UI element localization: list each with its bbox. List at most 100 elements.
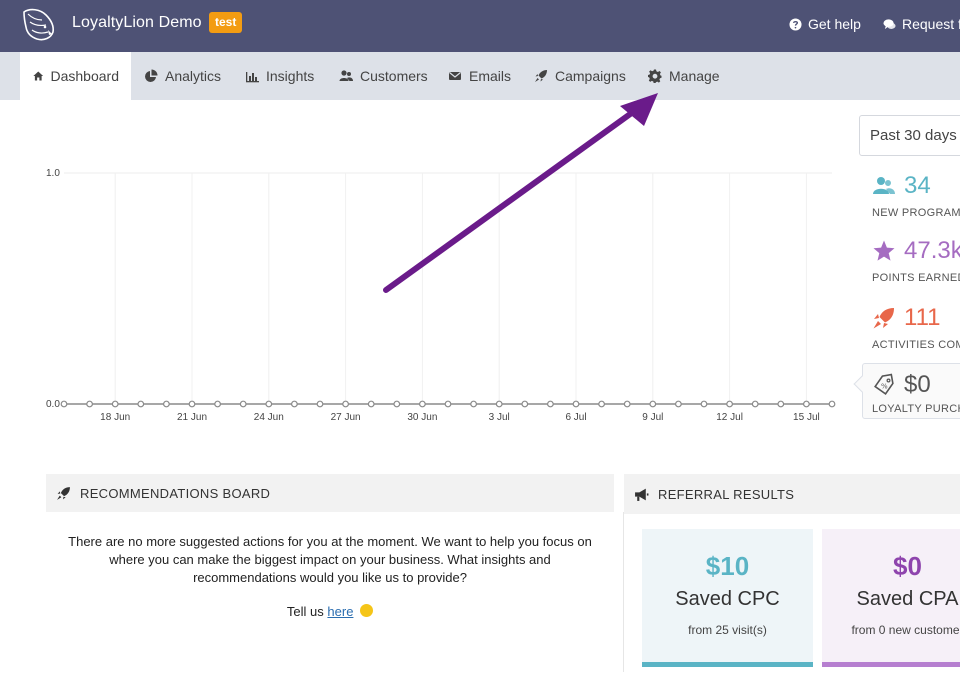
data-point — [316, 400, 324, 408]
tab-customers[interactable]: Customers — [327, 52, 440, 100]
data-point — [521, 400, 529, 408]
smiley-icon — [360, 604, 374, 617]
stat-label: ACTIVITIES COM — [872, 339, 960, 351]
request-feature-label: Request fe — [902, 16, 960, 32]
tag-icon: % — [874, 373, 894, 395]
rocket-icon — [873, 308, 894, 329]
stat-activities-completed: 111 ACTIVITIES COM — [872, 304, 960, 351]
nav-edge — [0, 52, 20, 100]
users-icon — [339, 70, 353, 81]
lion-logo-icon[interactable] — [18, 6, 58, 44]
data-point — [828, 400, 836, 408]
data-point — [675, 400, 682, 408]
tab-label: Analytics — [165, 68, 222, 84]
tell-us-here-link[interactable]: here — [327, 604, 353, 619]
get-help-label: Get help — [808, 16, 861, 32]
app-title[interactable]: LoyaltyLion Demo — [72, 14, 202, 32]
activity-line-chart: 1.0 0.0 18 Jun 21 Jun 24 Jun 27 Jun 30 Jun 3 J… — [46, 168, 836, 423]
chart-x-axis: 18 Jun 21 Jun 24 Jun 27 Jun 30 Jun 3 Jul 6 Jul… — [100, 412, 820, 423]
tab-label: Customers — [360, 68, 428, 84]
data-point — [291, 400, 298, 408]
x-tick-label: 9 Jul — [642, 412, 663, 423]
stat-value: 34 — [904, 172, 931, 199]
home-icon — [33, 71, 44, 81]
tab-emails[interactable]: Emails — [436, 52, 523, 100]
saved-cpc-sub: from 25 visit(s) — [688, 623, 767, 637]
stat-value: 111 — [904, 304, 941, 331]
data-point — [649, 400, 657, 408]
get-help-link[interactable]: Get help — [789, 16, 861, 32]
data-point — [751, 400, 759, 408]
pie-chart-icon — [145, 69, 158, 82]
megaphone-icon — [635, 488, 649, 501]
tab-label: Dashboard — [50, 68, 120, 84]
data-point — [86, 400, 93, 408]
comments-icon — [883, 18, 896, 29]
x-tick-label: 3 Jul — [489, 412, 510, 423]
x-tick-label: 27 Jun — [331, 412, 361, 423]
stat-label: LOYALTY PURCH — [872, 403, 960, 415]
data-point — [572, 400, 580, 408]
data-point — [60, 400, 68, 408]
data-point — [137, 400, 145, 408]
callout-pointer — [853, 375, 871, 393]
x-tick-label: 24 Jun — [254, 412, 284, 423]
tab-manage[interactable]: Manage — [636, 52, 732, 100]
data-point — [265, 400, 273, 408]
chart-grid — [64, 172, 832, 405]
data-point — [419, 400, 426, 408]
tab-label: Manage — [669, 68, 720, 84]
data-point — [623, 400, 631, 408]
data-point — [726, 400, 733, 408]
envelope-icon — [449, 72, 461, 80]
data-point — [162, 400, 170, 408]
tell-us-line: Tell us here — [46, 603, 614, 621]
question-circle-icon — [789, 17, 802, 31]
saved-cpa-title: Saved CPA — [856, 588, 959, 610]
data-point — [700, 400, 708, 408]
date-range-select[interactable]: Past 30 days — [859, 115, 960, 156]
tab-campaigns[interactable]: Campaigns — [522, 52, 638, 100]
data-point — [214, 400, 222, 408]
tab-analytics[interactable]: Analytics — [132, 52, 233, 100]
data-point — [111, 400, 119, 408]
data-point — [777, 400, 785, 408]
recommendations-body: There are no more suggested actions for … — [46, 533, 614, 621]
users-icon — [873, 177, 895, 194]
rocket-icon — [57, 486, 70, 500]
data-point — [495, 400, 503, 408]
x-tick-label: 18 Jun — [100, 412, 130, 423]
card-accent-bar — [642, 662, 813, 667]
saved-cpc-card: $10 Saved CPC from 25 visit(s) — [642, 529, 813, 667]
tell-us-prefix: Tell us — [286, 604, 324, 619]
data-point — [444, 400, 452, 408]
saved-cpc-title: Saved CPC — [675, 588, 780, 610]
request-feature-link[interactable]: Request fe — [883, 16, 960, 32]
data-point — [188, 400, 196, 408]
x-tick-label: 21 Jun — [177, 412, 207, 423]
x-tick-label: 30 Jun — [407, 412, 437, 423]
saved-cpa-card: $0 Saved CPA from 0 new customer — [822, 529, 960, 667]
referral-panel-header: REFERRAL RESULTS — [624, 474, 960, 514]
referral-title: REFERRAL RESULTS — [658, 486, 795, 502]
stat-new-program: 34 NEW PROGRAM — [872, 172, 960, 219]
data-point — [367, 400, 375, 408]
stat-label: NEW PROGRAM — [872, 207, 960, 219]
tab-label: Campaigns — [555, 68, 626, 84]
tab-dashboard[interactable]: Dashboard — [20, 52, 131, 100]
gear-icon — [648, 69, 662, 83]
rocket-icon — [535, 70, 547, 82]
stat-value: 47.3k — [904, 237, 960, 264]
saved-cpc-value: $10 — [705, 551, 750, 581]
saved-cpa-value: $0 — [893, 551, 922, 581]
bar-chart-icon — [246, 72, 259, 83]
data-point — [393, 400, 401, 408]
chart-y-axis: 1.0 0.0 — [46, 168, 60, 410]
stat-label: POINTS EARNED — [872, 272, 960, 284]
data-point — [547, 400, 554, 408]
main-nav: Dashboard Analytics Insights Customers E… — [0, 52, 960, 100]
top-bar: LoyaltyLion Demo test Get help Request f… — [0, 0, 960, 52]
x-tick-label: 12 Jul — [716, 412, 743, 423]
tab-insights[interactable]: Insights — [233, 52, 326, 100]
test-badge: test — [209, 12, 243, 33]
